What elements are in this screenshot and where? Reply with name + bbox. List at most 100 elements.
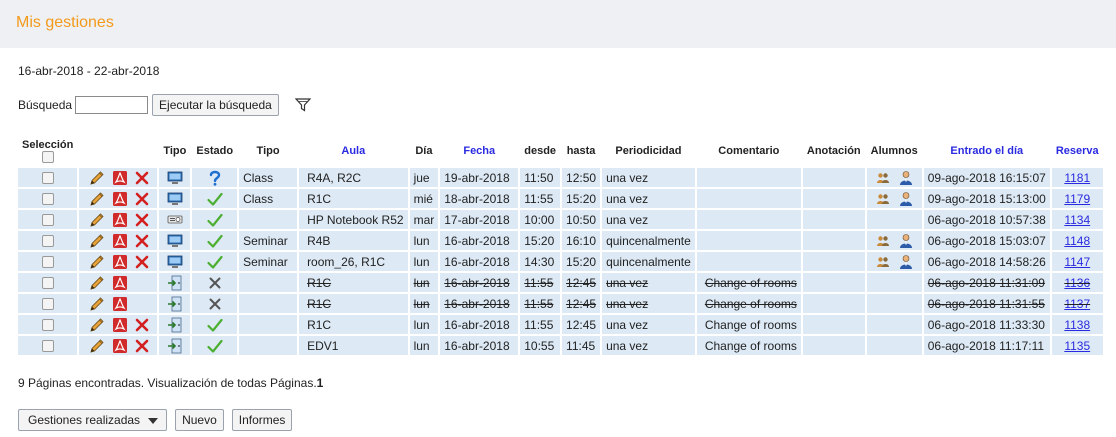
- table-row[interactable]: HP Notebook R52 mar 17-abr-2018 10:00 10:50 u…: [18, 210, 1103, 229]
- filter-icon[interactable]: [294, 98, 311, 112]
- delete-icon[interactable]: [135, 339, 149, 353]
- col-reserva[interactable]: Reserva: [1052, 136, 1103, 166]
- search-row: Búsqueda Ejecutar la búsqueda: [18, 94, 311, 116]
- dia-cell: lun: [409, 252, 439, 271]
- table-row[interactable]: Seminar R4B lun 16-abr-2018 15:20 16:10 quince…: [18, 231, 1103, 250]
- select-all-checkbox[interactable]: [41, 151, 54, 164]
- row-checkbox[interactable]: [41, 277, 54, 290]
- delete-icon[interactable]: [135, 213, 149, 227]
- row-checkbox[interactable]: [41, 340, 54, 353]
- row-checkbox[interactable]: [41, 172, 54, 185]
- type-icon-cell: [159, 168, 191, 187]
- comentario-cell: [696, 231, 801, 250]
- row-checkbox[interactable]: [41, 256, 54, 269]
- row-checkbox[interactable]: [41, 235, 54, 248]
- delete-icon[interactable]: [135, 171, 149, 185]
- pdf-icon[interactable]: [112, 233, 128, 249]
- person-icon[interactable]: [899, 191, 913, 207]
- pdf-icon[interactable]: [112, 338, 128, 354]
- group-icon[interactable]: [876, 192, 890, 206]
- row-checkbox[interactable]: [41, 214, 54, 227]
- col-fecha[interactable]: Fecha: [440, 136, 518, 166]
- table-row[interactable]: R1C lun 16-abr-2018 11:55 12:45 una vez Change…: [18, 315, 1103, 334]
- reserva-link[interactable]: 1148: [1064, 234, 1090, 248]
- dia-cell: lun: [409, 231, 439, 250]
- delete-icon[interactable]: [135, 192, 149, 206]
- aula-cell: R1C: [299, 189, 408, 208]
- desde-cell: 10:00: [520, 210, 561, 229]
- table-row[interactable]: Class R1C mié 18-abr-2018 11:55 15:20 una vez 0…: [18, 189, 1103, 208]
- col-entrado[interactable]: Entrado el día: [924, 136, 1050, 166]
- person-icon[interactable]: [899, 170, 913, 186]
- pdf-icon[interactable]: [112, 191, 128, 207]
- col-hasta: hasta: [566, 145, 596, 157]
- pencil-icon[interactable]: [89, 170, 105, 186]
- status-cell: [192, 210, 238, 229]
- pdf-icon[interactable]: [112, 317, 128, 333]
- pdf-icon[interactable]: [112, 275, 128, 291]
- table-row[interactable]: Class R4A, R2C jue 19-abr-2018 11:50 12:50 una…: [18, 168, 1103, 187]
- current-page-number[interactable]: 1: [317, 376, 324, 390]
- tipo-cell: Seminar: [239, 231, 298, 250]
- reserva-link[interactable]: 1136: [1064, 276, 1090, 290]
- table-row[interactable]: EDV1 lun 16-abr-2018 10:55 11:45 una vez Chang…: [18, 336, 1103, 355]
- comentario-cell: Change of rooms: [696, 315, 801, 334]
- pencil-icon[interactable]: [89, 317, 105, 333]
- col-aula[interactable]: Aula: [299, 136, 408, 166]
- row-checkbox[interactable]: [41, 298, 54, 311]
- reserva-link[interactable]: 1181: [1064, 171, 1090, 185]
- execute-search-button[interactable]: Ejecutar la búsqueda: [152, 94, 279, 116]
- hasta-cell: 12:45: [562, 294, 601, 313]
- status-cell: [192, 189, 238, 208]
- monitor-icon: [167, 171, 183, 184]
- search-input[interactable]: [75, 96, 149, 114]
- pencil-icon[interactable]: [89, 233, 105, 249]
- question-icon: [209, 170, 220, 186]
- pencil-icon[interactable]: [89, 191, 105, 207]
- pencil-icon[interactable]: [89, 296, 105, 312]
- reports-button[interactable]: Informes: [231, 409, 293, 431]
- pencil-icon[interactable]: [89, 275, 105, 291]
- table-row[interactable]: Seminar room_26, R1C lun 16-abr-2018 14:30 15…: [18, 252, 1103, 271]
- reserva-link[interactable]: 1138: [1064, 318, 1090, 332]
- alumnos-cell: [866, 189, 922, 208]
- pdf-icon[interactable]: [112, 296, 128, 312]
- row-checkbox[interactable]: [41, 193, 54, 206]
- reserva-link[interactable]: 1134: [1064, 213, 1090, 227]
- reserva-link[interactable]: 1179: [1064, 192, 1090, 206]
- monitor-icon: [167, 192, 183, 205]
- pdf-icon[interactable]: [112, 212, 128, 228]
- table-row[interactable]: R1C lun 16-abr-2018 11:55 12:45 una vez Change…: [18, 294, 1103, 313]
- reserva-link[interactable]: 1147: [1064, 255, 1090, 269]
- delete-icon[interactable]: [135, 234, 149, 248]
- desde-cell: 11:55: [520, 273, 561, 292]
- delete-icon[interactable]: [135, 318, 149, 332]
- status-cell: [192, 273, 238, 292]
- fecha-cell: 17-abr-2018: [440, 210, 519, 229]
- group-icon[interactable]: [876, 234, 890, 248]
- row-checkbox[interactable]: [41, 319, 54, 332]
- group-icon[interactable]: [876, 171, 890, 185]
- reserva-link[interactable]: 1135: [1064, 339, 1090, 353]
- periodicidad-cell: quincenalmente: [602, 231, 695, 250]
- delete-icon[interactable]: [135, 255, 149, 269]
- pencil-icon[interactable]: [89, 254, 105, 270]
- comentario-cell: Change of rooms: [696, 273, 801, 292]
- page-title: Mis gestiones: [16, 14, 114, 31]
- desde-cell: 11:55: [520, 315, 561, 334]
- pencil-icon[interactable]: [89, 212, 105, 228]
- new-button[interactable]: Nuevo: [175, 409, 224, 431]
- gestiones-realizadas-dropdown[interactable]: Gestiones realizadas: [18, 409, 168, 431]
- reserva-link[interactable]: 1137: [1064, 297, 1090, 311]
- group-icon[interactable]: [876, 255, 890, 269]
- person-icon[interactable]: [899, 233, 913, 249]
- tipo-cell: [239, 336, 298, 355]
- person-icon[interactable]: [899, 254, 913, 270]
- pdf-icon[interactable]: [112, 170, 128, 186]
- pdf-icon[interactable]: [112, 254, 128, 270]
- hasta-cell: 10:50: [562, 210, 601, 229]
- table-row[interactable]: R1C lun 16-abr-2018 11:55 12:45 una vez Change…: [18, 273, 1103, 292]
- col-estado: Estado: [196, 145, 234, 157]
- hasta-cell: 16:10: [562, 231, 601, 250]
- pencil-icon[interactable]: [89, 338, 105, 354]
